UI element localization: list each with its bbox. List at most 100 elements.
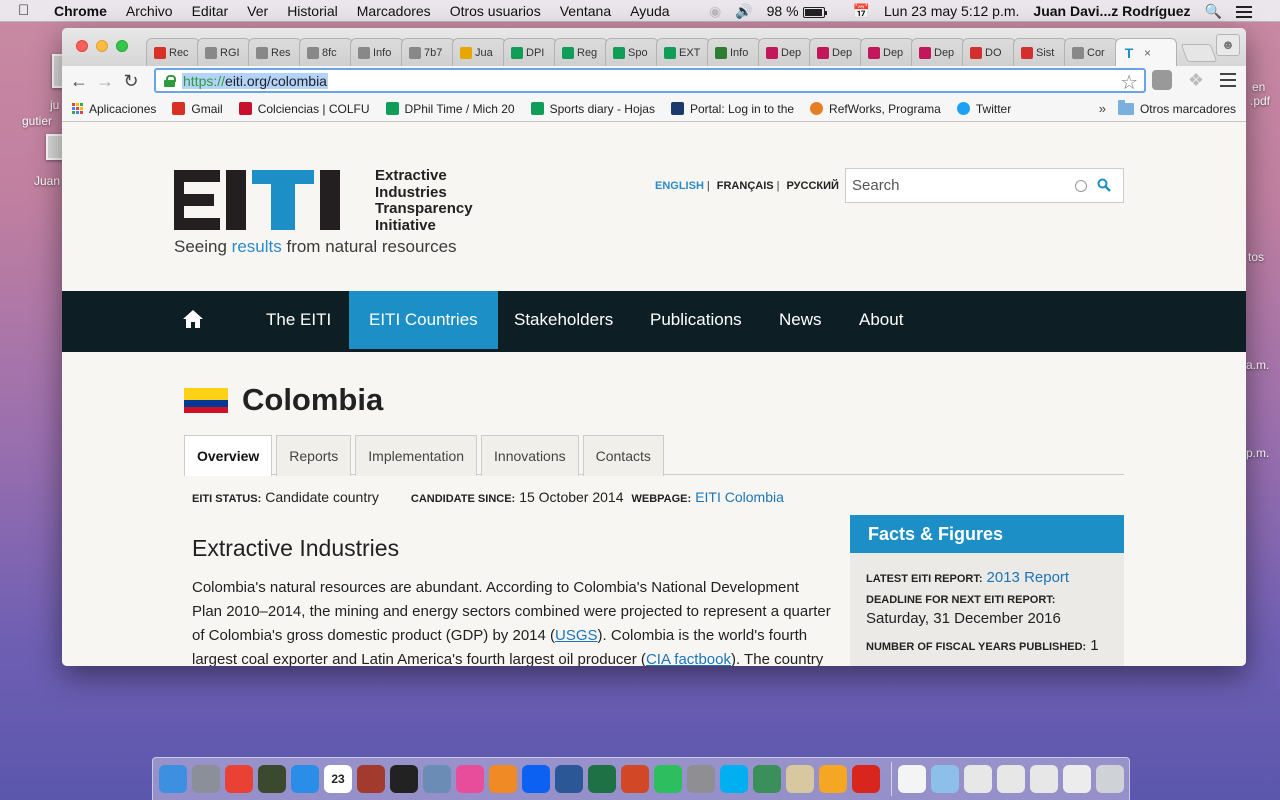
browser-tab[interactable]: DPI [503,38,557,66]
bookmark-item[interactable]: Colciencias | COLFU [238,102,370,116]
zoom-window-button[interactable] [116,40,128,52]
browser-tab[interactable]: Dep [860,38,914,66]
url-text[interactable]: https://eiti.org/colombia [182,72,328,89]
browser-tab[interactable]: Rec [146,38,200,66]
usgs-link[interactable]: USGS [555,627,598,644]
applications-folder-icon[interactable] [931,765,959,793]
launchpad-icon[interactable] [192,765,220,793]
menubar-item-historial[interactable]: Historial [287,3,338,19]
search-input[interactable] [852,177,1072,194]
new-tab-button[interactable] [1180,44,1218,62]
safari-icon[interactable] [291,765,319,793]
chrome-menu-icon[interactable] [1220,73,1236,87]
browser-tab[interactable]: Dep [911,38,965,66]
desktop-label[interactable]: gutier [22,114,52,128]
tab-contacts[interactable]: Contacts [582,435,664,476]
ibooks-icon[interactable] [489,765,517,793]
spotlight-icon[interactable]: 🔍 [1205,3,1222,20]
menubar-item-ayuda[interactable]: Ayuda [630,3,669,19]
battery-percent[interactable]: 98 % [767,3,799,19]
preview-icon[interactable] [423,765,451,793]
desktop-label[interactable]: ju [50,98,59,112]
menubar-user[interactable]: Juan Davi...z Rodríguez [1033,3,1190,19]
menubar-app-name[interactable]: Chrome [54,3,107,19]
close-tab-icon[interactable]: × [1144,46,1151,60]
finder-icon[interactable] [159,765,187,793]
trash-icon[interactable] [1096,765,1124,793]
document-icon[interactable] [898,765,926,793]
lang-russian[interactable]: РУССКИЙ [786,180,838,192]
lang-english[interactable]: ENGLISH [655,180,704,192]
browser-tab[interactable]: Dep [758,38,812,66]
reload-button[interactable]: ↻ [118,71,144,92]
cia-factbook-link[interactable]: CIA factbook [646,651,731,666]
browser-tab-active[interactable]: T × [1115,38,1177,66]
nav-stakeholders[interactable]: Stakeholders [514,291,613,349]
lang-french[interactable]: FRANÇAIS [717,180,774,192]
lock-icon[interactable] [164,74,176,87]
wifi-icon[interactable]: ◉ [709,3,721,20]
apple-menu-icon[interactable]:  [18,2,40,19]
extension-icon[interactable] [1152,70,1172,90]
browser-tab[interactable]: Dep [809,38,863,66]
menubar-item-marcadores[interactable]: Marcadores [357,3,431,19]
browser-tab[interactable]: Res [248,38,302,66]
close-window-button[interactable] [76,40,88,52]
nav-news[interactable]: News [779,291,822,349]
desktop-label[interactable]: en [1252,80,1265,94]
menubar-datetime[interactable]: Lun 23 may 5:12 p.m. [884,3,1019,19]
photos-icon[interactable] [819,765,847,793]
calendar-menu-icon[interactable]: 📅 [853,3,870,20]
word-icon[interactable] [555,765,583,793]
tab-implementation[interactable]: Implementation [355,435,478,476]
menubar-item-archivo[interactable]: Archivo [126,3,173,19]
nav-publications[interactable]: Publications [650,291,742,349]
forward-button[interactable]: → [92,71,118,92]
browser-tab[interactable]: Spo [605,38,659,66]
profile-icon[interactable]: ☻ [1216,34,1240,56]
system-preferences-icon[interactable] [687,765,715,793]
pdf-stack-icon[interactable] [964,765,992,793]
browser-tab[interactable]: EXT [656,38,710,66]
evernote-icon[interactable] [654,765,682,793]
photos-preview-icon[interactable] [786,765,814,793]
browser-tab[interactable]: Sist [1013,38,1067,66]
chrome-icon[interactable] [225,765,253,793]
browser-tab[interactable]: Jua [452,38,506,66]
volume-icon[interactable]: 🔊 [735,3,752,20]
address-bar[interactable]: https://eiti.org/colombia ☆ [154,68,1146,94]
mail-icon[interactable] [1063,765,1091,793]
skype-icon[interactable] [720,765,748,793]
calendar-icon[interactable]: 23 [324,765,352,793]
acrobat-icon[interactable] [852,765,880,793]
nav-about[interactable]: About [859,291,903,349]
bookmarks-overflow-button[interactable]: » [1099,101,1106,116]
browser-tab[interactable]: Cor [1064,38,1118,66]
desktop-label[interactable]: Juan [34,174,60,188]
bookmark-item[interactable]: DPhil Time / Mich 20 [385,102,515,116]
minimize-window-button[interactable] [96,40,108,52]
search-icon[interactable] [1097,178,1111,192]
browser-tab[interactable]: DO [962,38,1016,66]
latest-report-link[interactable]: 2013 Report [987,569,1070,586]
browser-tab[interactable]: 7b7 [401,38,455,66]
other-bookmarks-folder[interactable]: Otros marcadores [1117,99,1236,116]
battery-icon[interactable] [802,3,839,19]
menubar-item-editar[interactable]: Editar [192,3,229,19]
nav-the-eiti[interactable]: The EITI [266,291,331,349]
bookmark-apps[interactable]: Aplicaciones [72,102,156,116]
bookmark-item[interactable]: Portal: Log in to the [670,102,794,116]
browser-tab[interactable]: Info [350,38,404,66]
home-icon[interactable] [182,309,204,329]
desktop-label[interactable]: p.m. [1246,446,1269,460]
mission-control-icon[interactable] [258,765,286,793]
nav-eiti-countries[interactable]: EITI Countries [349,291,498,349]
desktop-label[interactable]: .pdf [1250,94,1270,108]
bookmark-item[interactable]: RefWorks, Programa [810,102,941,116]
dictionary-icon[interactable] [357,765,385,793]
tab-overview[interactable]: Overview [184,435,273,476]
browser-tab[interactable]: 8fc [299,38,353,66]
powerpoint-icon[interactable] [621,765,649,793]
desktop-label[interactable]: tos [1248,250,1264,264]
bookmark-item[interactable]: Sports diary - Hojas [530,102,655,116]
